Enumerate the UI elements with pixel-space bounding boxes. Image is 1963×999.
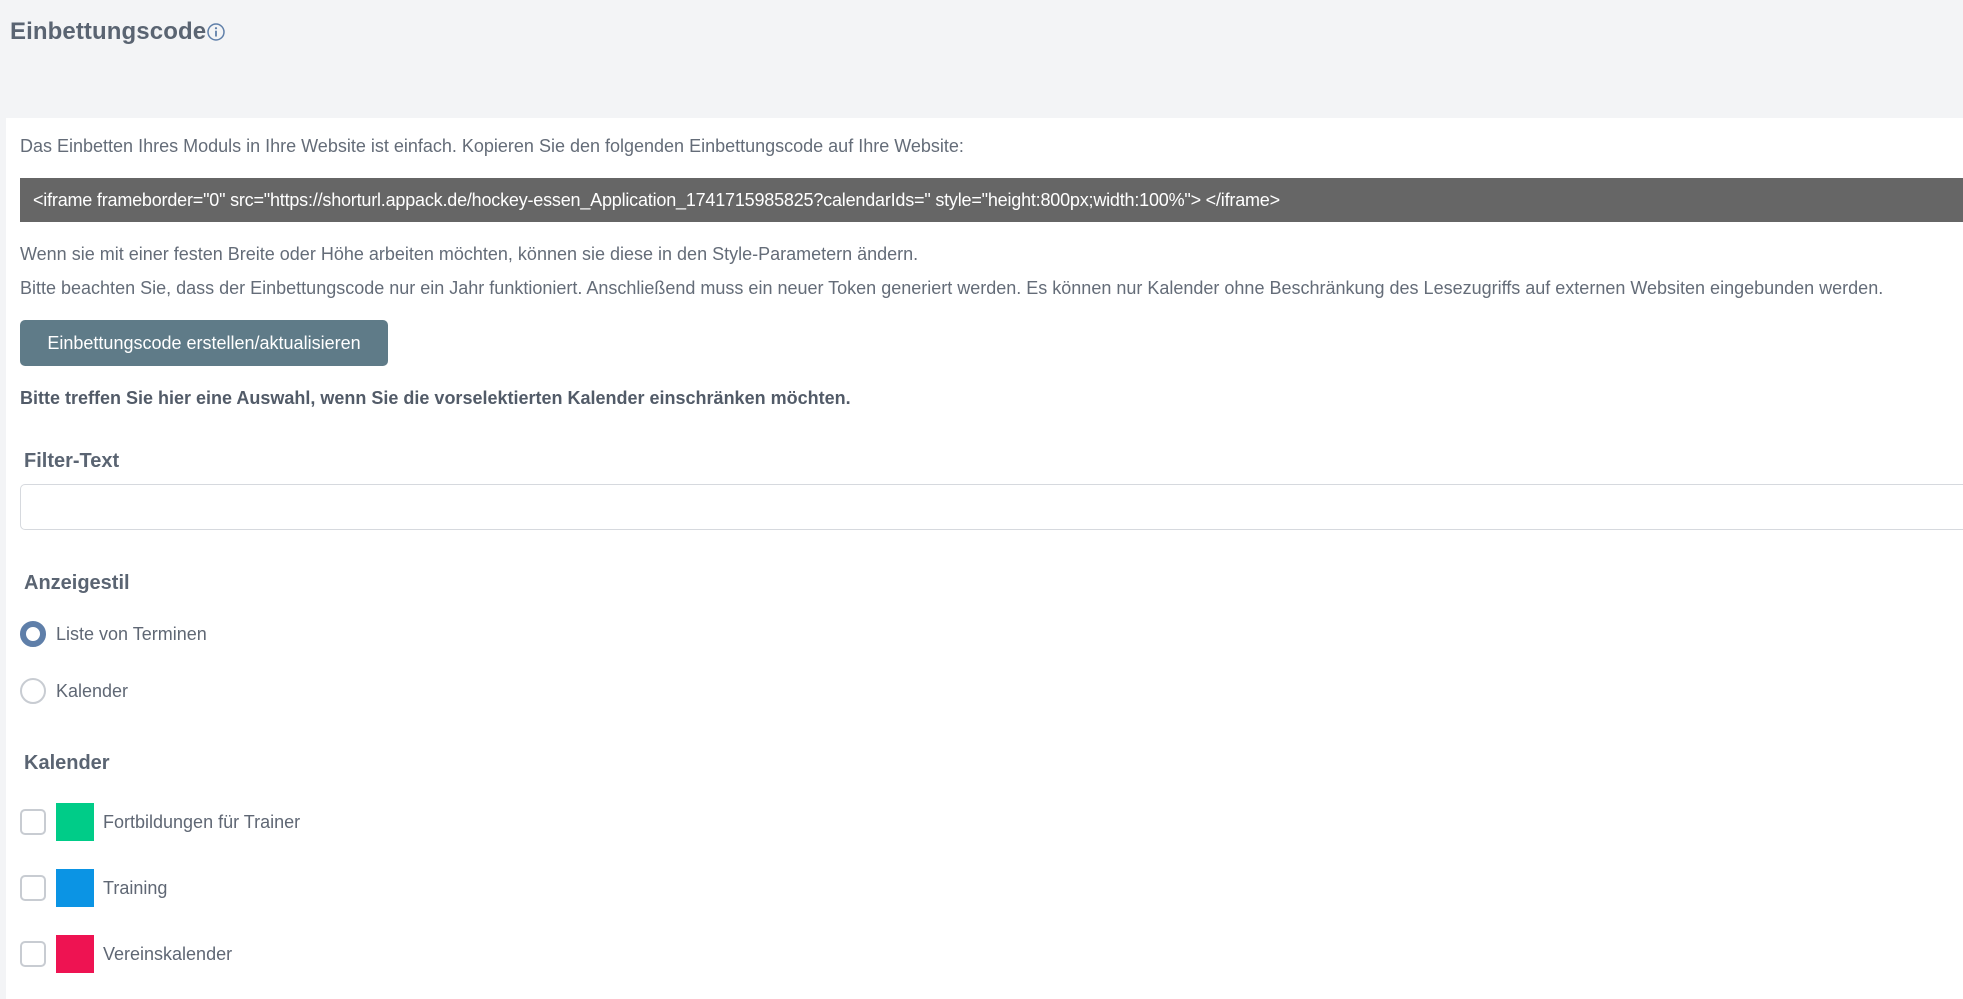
embed-code-box[interactable]: <iframe frameborder="0" src="https://sho… [20, 178, 1963, 222]
calendar-label: Training [103, 877, 168, 898]
calendar-item[interactable]: Training [20, 868, 167, 908]
selection-hint: Bitte treffen Sie hier eine Auswahl, wen… [20, 388, 851, 408]
radio-label: Liste von Terminen [56, 623, 207, 644]
create-embed-code-button[interactable]: Einbettungscode erstellen/aktualisieren [20, 320, 388, 366]
calendar-color-swatch [56, 803, 94, 841]
calendar-checkbox[interactable] [20, 875, 46, 901]
info-circle-icon[interactable] [206, 22, 226, 42]
calendar-label: Vereinskalender [103, 943, 233, 964]
calendar-checkbox[interactable] [20, 809, 46, 835]
page-title: Einbettungscode [10, 18, 207, 45]
intro-text: Das Einbetten Ihres Moduls in Ihre Websi… [20, 136, 964, 156]
token-note: Bitte beachten Sie, dass der Einbettungs… [20, 278, 1884, 298]
calendar-label: Fortbildungen für Trainer [103, 811, 301, 832]
radio-label: Kalender [56, 680, 129, 701]
display-style-option-calendar[interactable]: Kalender [20, 671, 128, 711]
calendar-color-swatch [56, 935, 94, 973]
page-header: Einbettungscode [0, 0, 1963, 118]
calendar-item[interactable]: Vereinskalender [20, 934, 232, 974]
style-note: Wenn sie mit einer festen Breite oder Hö… [20, 244, 919, 264]
radio-calendar[interactable] [20, 678, 46, 704]
embed-panel: Das Einbetten Ihres Moduls in Ihre Websi… [6, 118, 1963, 999]
display-style-label: Anzeigestil [24, 572, 130, 594]
calendar-section-label: Kalender [24, 752, 110, 774]
filter-text-input[interactable] [20, 484, 1963, 530]
radio-list-selected[interactable] [20, 621, 46, 647]
calendar-color-swatch [56, 869, 94, 907]
calendar-item[interactable]: Fortbildungen für Trainer [20, 802, 300, 842]
filter-text-label: Filter-Text [24, 450, 120, 472]
display-style-option-list[interactable]: Liste von Terminen [20, 614, 207, 654]
calendar-checkbox[interactable] [20, 941, 46, 967]
